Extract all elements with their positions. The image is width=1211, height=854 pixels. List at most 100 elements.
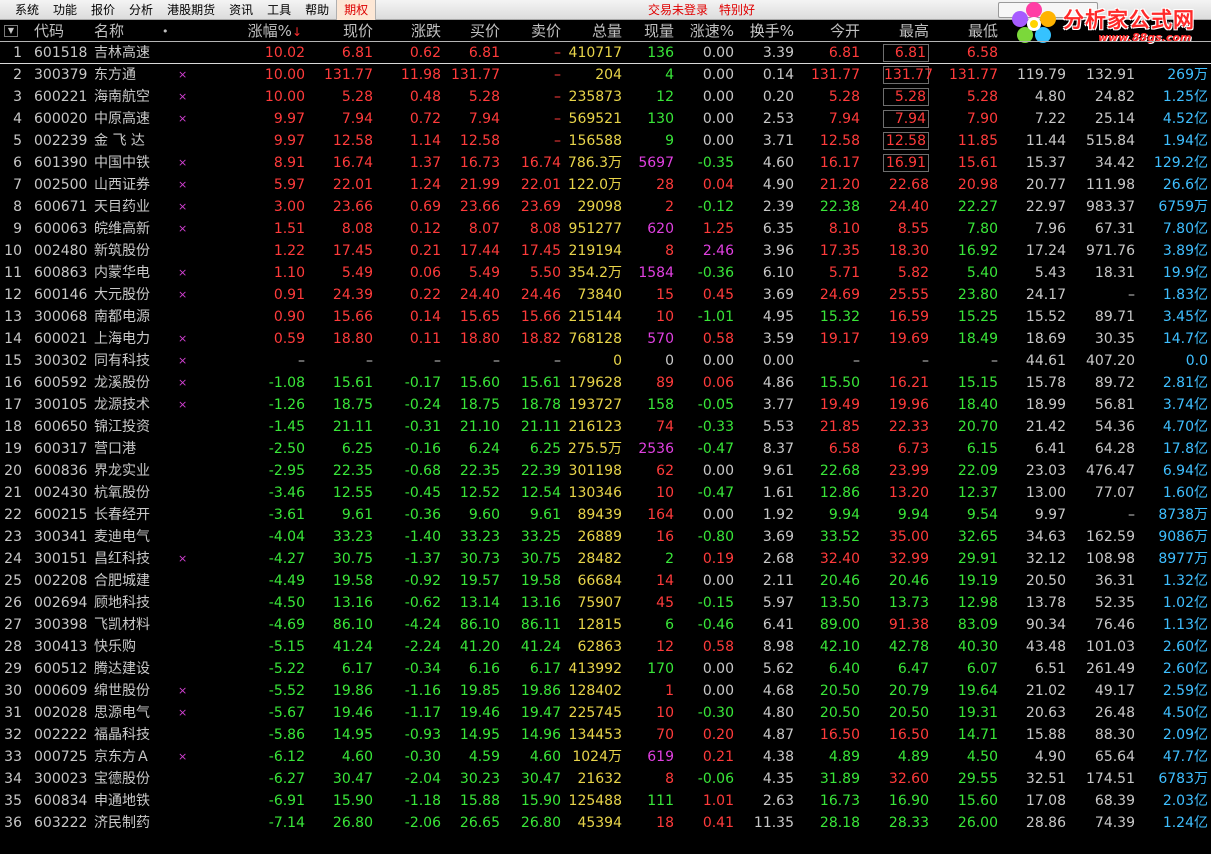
- table-row[interactable]: 32 002222 福晶科技 -5.86 14.95 -0.93 14.95 14.96 134…: [0, 724, 1211, 746]
- cell-price: 18.80: [332, 331, 373, 347]
- menu-analysis[interactable]: 分析: [122, 0, 160, 20]
- cell-low: 16.92: [957, 243, 998, 259]
- table-row[interactable]: 14 600021 上海电力 × 0.59 18.80 0.11 18.80 18.82 7681…: [0, 328, 1211, 350]
- cell-ask: 14.96: [520, 727, 561, 743]
- cell-x: ×: [178, 750, 188, 763]
- table-row[interactable]: 13 300068 南都电源 0.90 15.66 0.14 15.65 15.66 21514…: [0, 306, 1211, 328]
- header-ask[interactable]: 卖价: [505, 21, 561, 42]
- cell-low: 5.28: [966, 89, 998, 105]
- cell-idx: 2: [13, 67, 22, 83]
- table-row[interactable]: 3 600221 海南航空 × 10.00 5.28 0.48 5.28 –235873 12 0.…: [0, 86, 1211, 108]
- header-code[interactable]: 代码: [34, 21, 64, 42]
- table-row[interactable]: 4 600020 中原高速 × 9.97 7.94 0.72 7.94 –569521 130 0.…: [0, 108, 1211, 130]
- cell-price: 23.66: [332, 199, 373, 215]
- table-row[interactable]: 22 600215 长春经开 -3.61 9.61 -0.36 9.60 9.61 89439 1…: [0, 504, 1211, 526]
- cell-bid: 15.60: [459, 375, 500, 391]
- table-row[interactable]: 24 300151 昌红科技 × -4.27 30.75 -1.37 30.73 30.75 28…: [0, 548, 1211, 570]
- menu-function[interactable]: 功能: [46, 0, 84, 20]
- table-row[interactable]: 29 600512 腾达建设 -5.22 6.17 -0.34 6.16 6.17 413992…: [0, 658, 1211, 680]
- header-high[interactable]: 最高: [883, 21, 929, 42]
- table-row[interactable]: 8 600671 天目药业 × 3.00 23.66 0.69 23.66 23.69 29098…: [0, 196, 1211, 218]
- cell-amt: 2.59亿: [1162, 683, 1208, 699]
- cell-x: ×: [178, 684, 188, 697]
- header-volume[interactable]: 总量: [565, 21, 622, 42]
- table-row[interactable]: 23 300341 麦迪电气 -4.04 33.23 -1.40 33.23 33.25 268…: [0, 526, 1211, 548]
- table-row[interactable]: 21 002430 杭氧股份 -3.46 12.55 -0.45 12.52 12.54 130…: [0, 482, 1211, 504]
- column-menu-dropdown-icon[interactable]: ▼: [4, 25, 18, 37]
- table-row[interactable]: 2 300379 东方通 × 10.00 131.77 11.98 131.77 – 204 4 0.…: [0, 64, 1211, 86]
- table-row[interactable]: 30 000609 绵世股份 × -5.52 19.86 -1.16 19.85 19.86 12…: [0, 680, 1211, 702]
- cell-chg: -1.40: [404, 529, 441, 545]
- cell-cur: 89: [656, 375, 674, 391]
- table-row[interactable]: 28 300413 快乐购 -5.15 41.24 -2.24 41.20 41.24 6286…: [0, 636, 1211, 658]
- trade-login-status[interactable]: 交易未登录: [648, 0, 708, 20]
- table-row[interactable]: 17 300105 龙源技术 × -1.26 18.75 -0.24 18.75 18.78 19…: [0, 394, 1211, 416]
- menu-tools[interactable]: 工具: [260, 0, 298, 20]
- table-row[interactable]: 33 000725 京东方Ａ × -6.12 4.60 -0.30 4.59 4.60 1024万…: [0, 746, 1211, 768]
- cell-high: 12.58: [883, 132, 929, 150]
- cell-spd: -0.30: [697, 705, 734, 721]
- cell-vol: 130346: [568, 485, 622, 501]
- header-speed[interactable]: 涨速%: [676, 21, 734, 42]
- table-row[interactable]: 1 601518 吉林高速 10.02 6.81 0.62 6.81 –410717 136 0.…: [0, 42, 1211, 64]
- cell-spd: 0.41: [702, 815, 734, 831]
- table-row[interactable]: 19 600317 营口港 -2.50 6.25 -0.16 6.24 6.25 275.5万 2…: [0, 438, 1211, 460]
- cell-high: –: [922, 353, 929, 369]
- table-row[interactable]: 5 002239 金 飞 达 9.97 12.58 1.14 12.58 –156588 9 0.…: [0, 130, 1211, 152]
- header-bid[interactable]: 买价: [446, 21, 500, 42]
- table-row[interactable]: 10 002480 新筑股份 1.22 17.45 0.21 17.44 17.45 21919…: [0, 240, 1211, 262]
- cell-spd: -0.80: [697, 529, 734, 545]
- cell-cur: 10: [656, 705, 674, 721]
- table-row[interactable]: 34 300023 宝德股份 -6.27 30.47 -2.04 30.23 30.47 216…: [0, 768, 1211, 790]
- cell-chg: –: [434, 353, 441, 369]
- cell-idx: 29: [4, 661, 22, 677]
- cell-cur: 10: [656, 485, 674, 501]
- table-row[interactable]: 11 600863 内蒙华电 × 1.10 5.49 0.06 5.49 5.50 354.2万 1…: [0, 262, 1211, 284]
- table-row[interactable]: 6 601390 中国中铁 × 8.91 16.74 1.37 16.73 16.74 786.3…: [0, 152, 1211, 174]
- header-change[interactable]: 涨跌: [378, 21, 441, 42]
- cell-nav: 30.35: [1094, 331, 1135, 347]
- table-row[interactable]: 27 300398 飞凯材料 -4.69 86.10 -4.24 86.10 86.11 128…: [0, 614, 1211, 636]
- cell-x: ×: [178, 156, 188, 169]
- table-row[interactable]: 9 600063 皖维高新 × 1.51 8.08 0.12 8.07 8.08 951277 62…: [0, 218, 1211, 240]
- cell-code: 603222: [34, 815, 88, 831]
- menu-options[interactable]: 期权: [336, 0, 377, 20]
- header-name[interactable]: 名称: [94, 21, 124, 42]
- table-row[interactable]: 16 600592 龙溪股份 × -1.08 15.61 -0.17 15.60 15.61 17…: [0, 372, 1211, 394]
- table-row[interactable]: 12 600146 大元股份 × 0.91 24.39 0.22 24.40 24.46 7384…: [0, 284, 1211, 306]
- cell-chg: 0.06: [409, 265, 441, 281]
- table-row[interactable]: 25 002208 合肥城建 -4.49 19.58 -0.92 19.57 19.58 666…: [0, 570, 1211, 592]
- menu-quote[interactable]: 报价: [84, 0, 122, 20]
- cell-bid: –: [493, 353, 500, 369]
- cell-price: –: [366, 353, 373, 369]
- menu-help[interactable]: 帮助: [298, 0, 336, 20]
- table-row[interactable]: 35 600834 申通地铁 -6.91 15.90 -1.18 15.88 15.90 125…: [0, 790, 1211, 812]
- header-pct[interactable]: 涨幅%↓: [240, 21, 302, 42]
- table-row[interactable]: 20 600836 界龙实业 -2.95 22.35 -0.68 22.35 22.39 301…: [0, 460, 1211, 482]
- cell-code: 600863: [34, 265, 88, 281]
- cell-spd: 0.00: [702, 507, 734, 523]
- header-turnover[interactable]: 换手%: [740, 21, 794, 42]
- table-row[interactable]: 36 603222 济民制药 -7.14 26.80 -2.06 26.65 26.80 453…: [0, 812, 1211, 834]
- cell-amt: 2.60亿: [1162, 639, 1208, 655]
- header-price[interactable]: 现价: [310, 21, 373, 42]
- table-row[interactable]: 31 002028 思源电气 × -5.67 19.46 -1.17 19.46 19.47 22…: [0, 702, 1211, 724]
- table-row[interactable]: 26 002694 顾地科技 -4.50 13.16 -0.62 13.14 13.16 759…: [0, 592, 1211, 614]
- header-low[interactable]: 最低: [940, 21, 998, 42]
- menu-news[interactable]: 资讯: [222, 0, 260, 20]
- table-row[interactable]: 15 300302 同有科技 × – – – – – 0 0 0.00 0.00 – – – 44.61 407.…: [0, 350, 1211, 372]
- menu-system[interactable]: 系统: [0, 0, 46, 20]
- special-notice[interactable]: 特别好: [719, 0, 755, 20]
- cell-ask: 13.16: [520, 595, 561, 611]
- header-open[interactable]: 今开: [800, 21, 860, 42]
- cell-pe: 119.79: [1017, 67, 1066, 83]
- table-row[interactable]: 18 600650 锦江投资 -1.45 21.11 -0.31 21.10 21.11 216…: [0, 416, 1211, 438]
- header-current-volume[interactable]: 现量: [626, 21, 674, 42]
- cell-x: ×: [178, 332, 188, 345]
- menu-hk-futures[interactable]: 港股期货: [160, 0, 222, 20]
- table-row[interactable]: 7 002500 山西证券 × 5.97 22.01 1.24 21.99 22.01 122.0…: [0, 174, 1211, 196]
- cell-code: 000609: [34, 683, 88, 699]
- cell-price: 18.75: [332, 397, 373, 413]
- cell-cur: 6: [665, 617, 674, 633]
- cell-spd: -0.36: [697, 265, 734, 281]
